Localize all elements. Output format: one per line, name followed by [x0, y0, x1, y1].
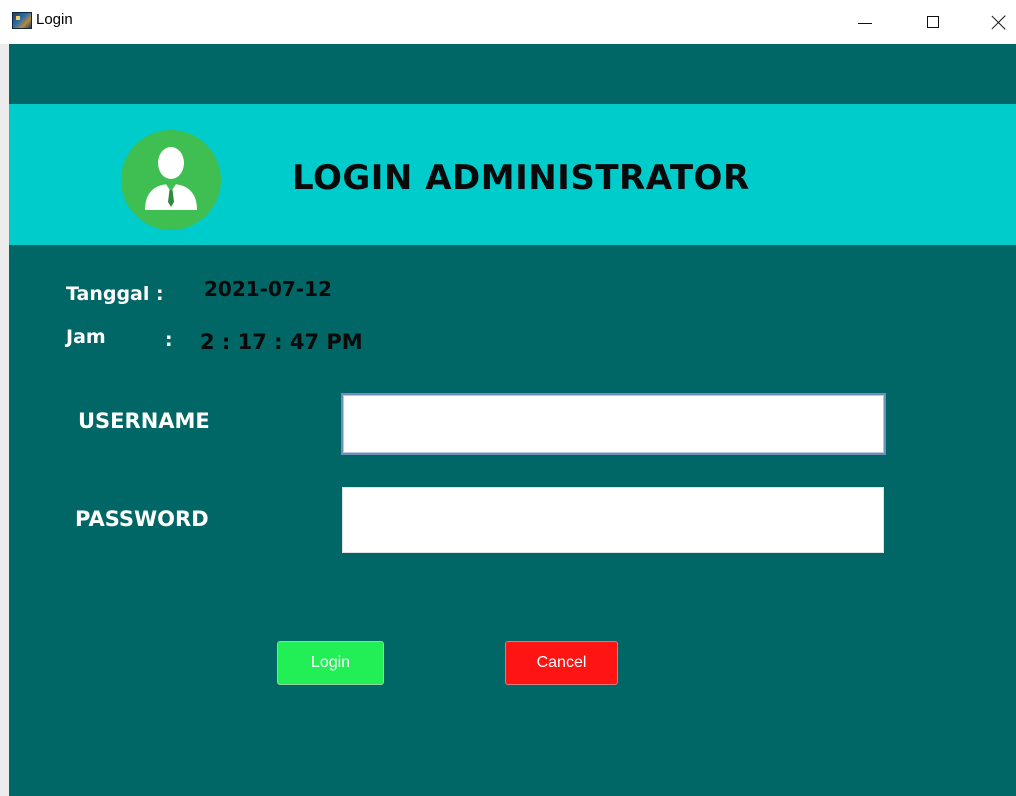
- page-title: LOGIN ADMINISTRATOR: [292, 158, 750, 198]
- time-label: Jam: [66, 326, 106, 348]
- username-label: USERNAME: [78, 409, 210, 433]
- close-icon: [991, 14, 1007, 30]
- login-window: Login LOGIN ADMINISTRATOR Tanggal : 2021…: [0, 0, 1016, 796]
- admin-user-icon-graphic: [145, 147, 197, 210]
- maximize-button[interactable]: [910, 0, 956, 44]
- username-input[interactable]: [341, 393, 886, 455]
- close-button[interactable]: [976, 0, 1016, 44]
- login-button[interactable]: Login: [277, 641, 384, 685]
- password-label: PASSWORD: [75, 507, 209, 531]
- cancel-button[interactable]: Cancel: [505, 641, 618, 685]
- window-left-edge: [0, 44, 9, 796]
- admin-user-icon: [121, 130, 221, 230]
- time-value: 2 : 17 : 47 PM: [200, 330, 363, 354]
- date-value: 2021-07-12: [204, 277, 332, 301]
- app-icon: [12, 12, 32, 29]
- window-title: Login: [36, 11, 73, 28]
- password-input[interactable]: [342, 487, 884, 553]
- minimize-icon: [858, 22, 872, 24]
- date-label: Tanggal :: [66, 283, 164, 305]
- title-bar: Login: [0, 0, 1016, 44]
- maximize-icon: [927, 16, 939, 28]
- time-label-colon: :: [165, 329, 173, 351]
- minimize-button[interactable]: [842, 0, 888, 44]
